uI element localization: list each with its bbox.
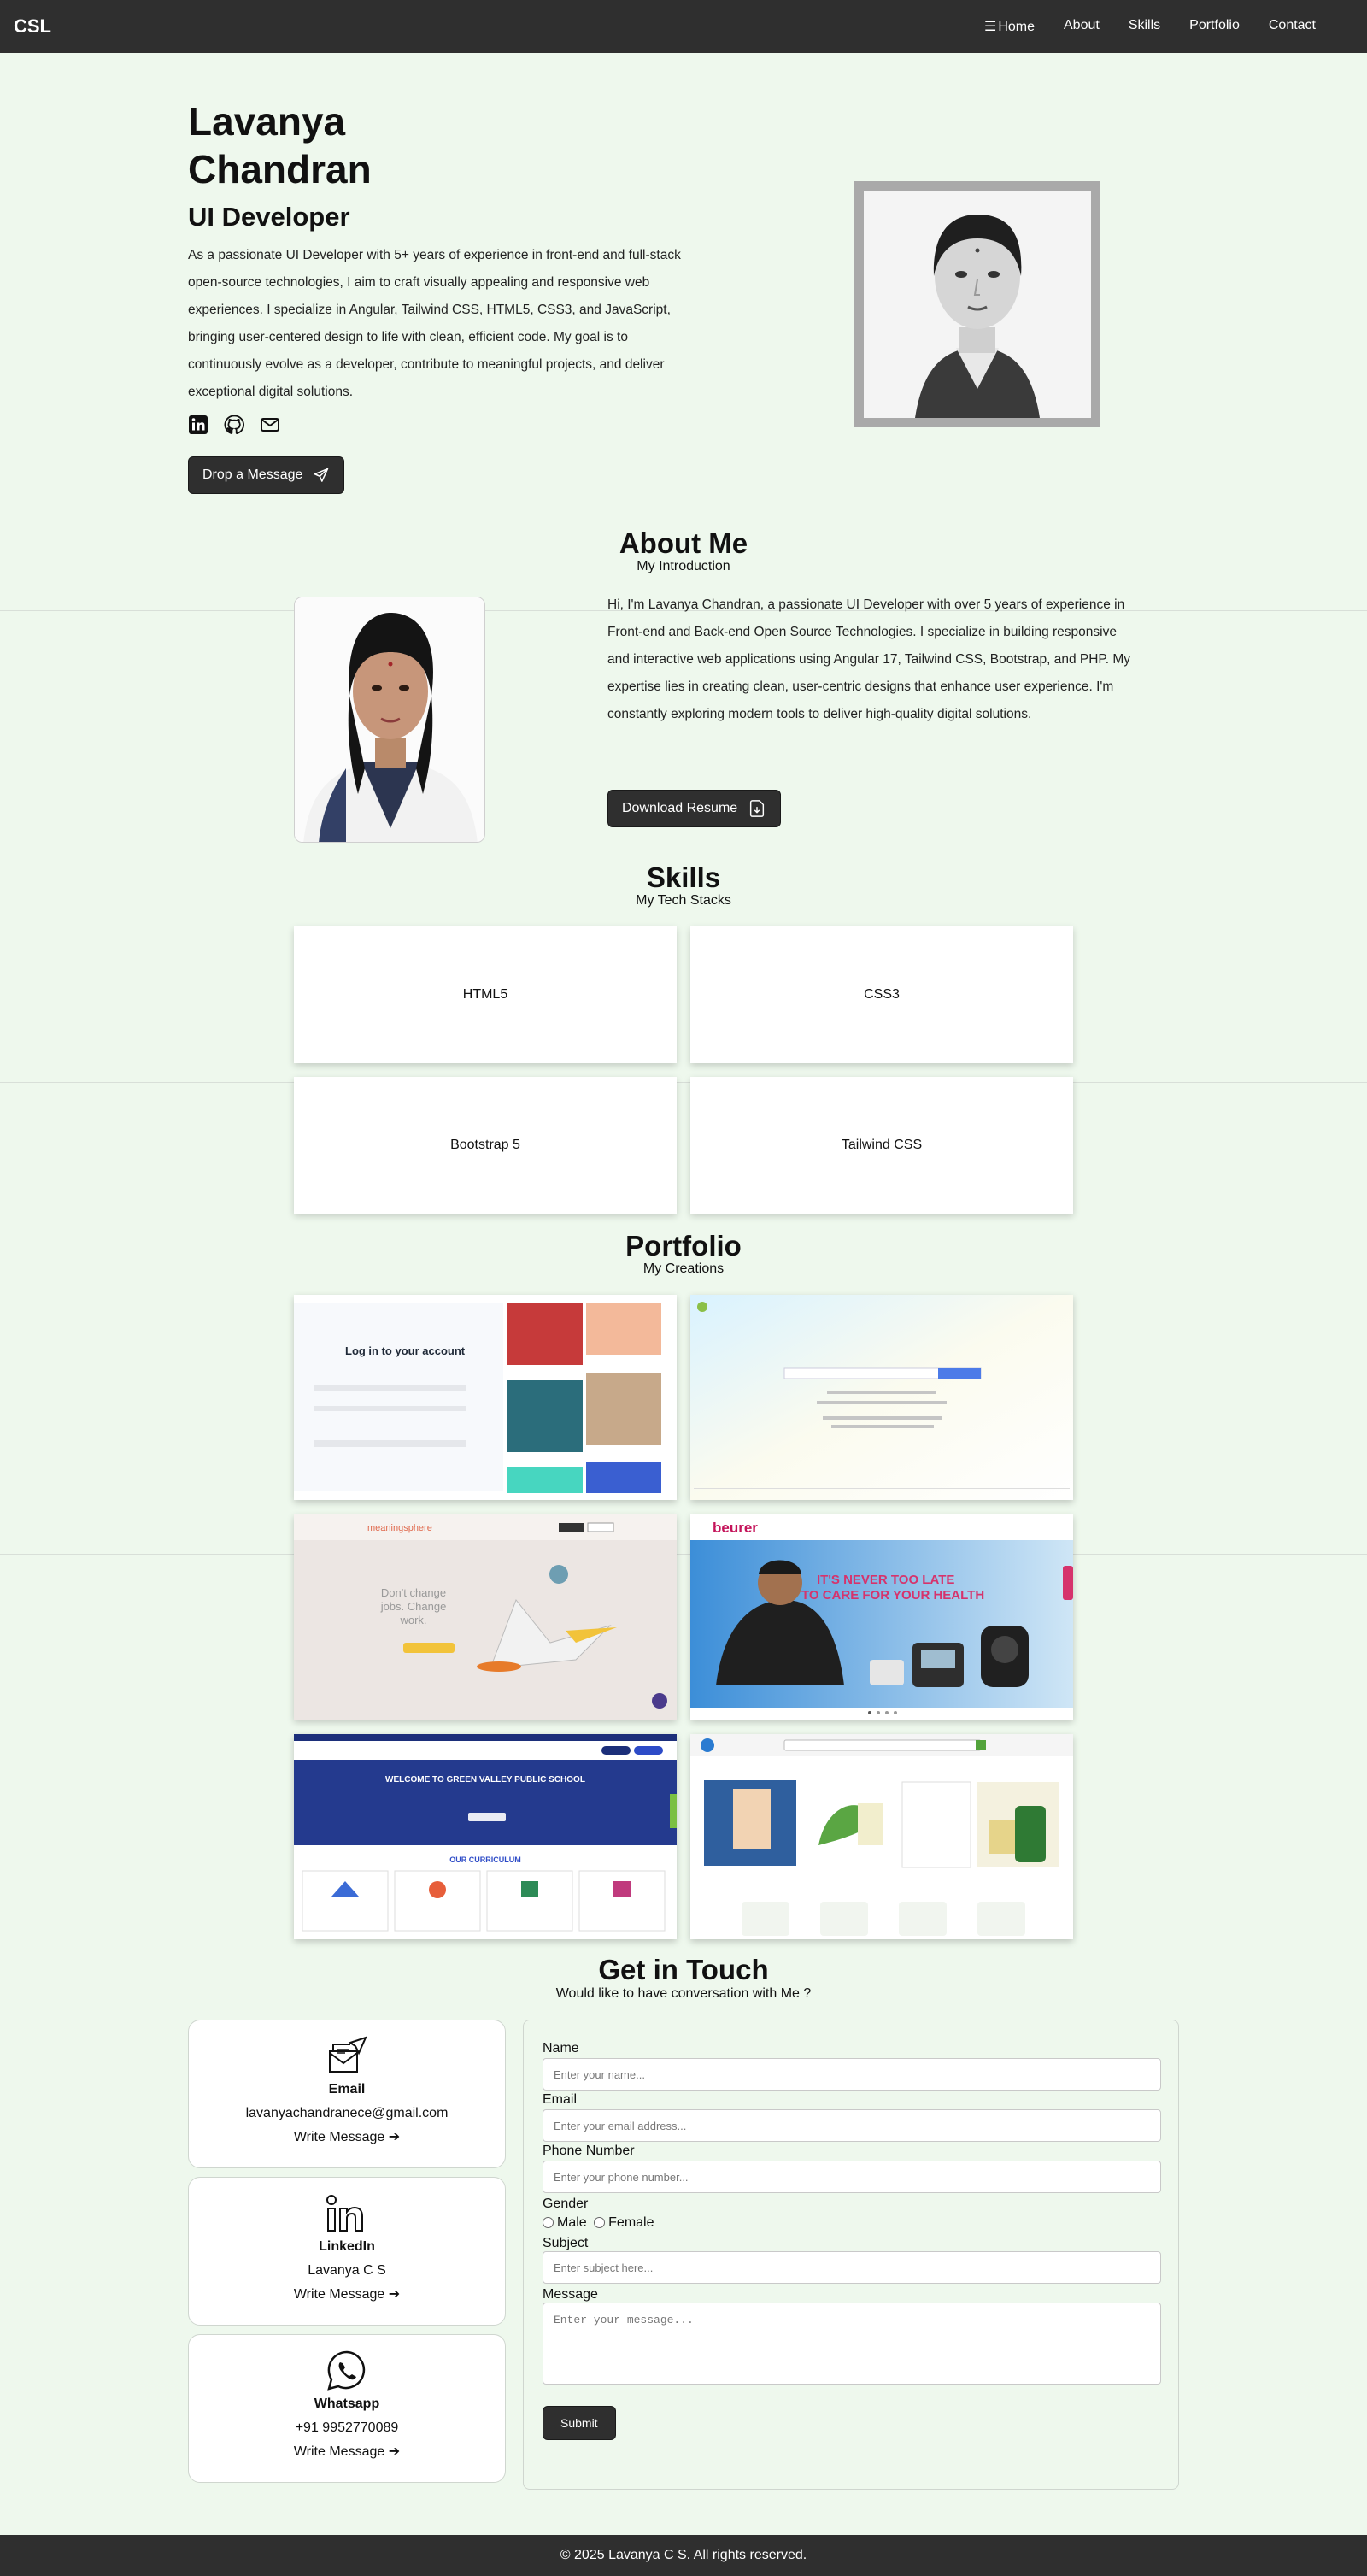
write-message-link[interactable]: Write Message ➔ bbox=[189, 2285, 505, 2303]
portfolio-ms-brand: meaningsphere bbox=[367, 1523, 432, 1533]
contact-value: Lavanya C S bbox=[308, 2263, 386, 2278]
hero-portrait bbox=[854, 181, 1100, 427]
name-field[interactable]: Enter your name... bbox=[543, 2058, 1161, 2091]
write-message-link[interactable]: Write Message ➔ bbox=[189, 2443, 505, 2460]
skill-card-css3: CSS3 bbox=[690, 926, 1073, 1063]
footer: © 2025 Lavanya C S. All rights reserved. bbox=[0, 2535, 1367, 2576]
contact-value: +91 9952770089 bbox=[295, 2420, 399, 2435]
github-icon[interactable] bbox=[224, 415, 244, 439]
portfolio-school-curriculum: OUR CURRICULUM bbox=[449, 1856, 521, 1864]
portfolio-item-login-app[interactable]: Log in to your account bbox=[294, 1295, 677, 1500]
contact-subtitle: Would like to have conversation with Me … bbox=[555, 1986, 812, 2001]
divider-line bbox=[0, 1554, 1367, 1555]
divider-line bbox=[0, 1082, 1367, 1083]
message-field[interactable]: Enter your message... bbox=[543, 2303, 1161, 2385]
about-subtitle: My Introduction bbox=[637, 559, 730, 573]
portfolio-item-school[interactable]: WELCOME TO GREEN VALLEY PUBLIC SCHOOL OU… bbox=[294, 1734, 677, 1939]
skill-card-bootstrap: Bootstrap 5 bbox=[294, 1077, 677, 1214]
send-icon bbox=[314, 468, 329, 482]
nav-item-skills[interactable]: Skills bbox=[1129, 18, 1160, 35]
hero-intro: As a passionate UI Developer with 5+ yea… bbox=[188, 248, 681, 399]
portfolio-title: Portfolio bbox=[625, 1230, 742, 1262]
message-label: Message bbox=[543, 2287, 598, 2302]
about-text: Hi, I'm Lavanya Chandran, a passionate U… bbox=[607, 597, 1131, 721]
nav-item-contact[interactable]: Contact bbox=[1269, 18, 1316, 35]
portfolio-item-beurer[interactable]: beurer IT'S NEVER TOO LATE TO CARE FOR Y… bbox=[690, 1514, 1073, 1720]
about-portrait bbox=[294, 597, 485, 843]
gender-options: Male Female bbox=[543, 2215, 654, 2231]
email-field[interactable]: Enter your email address... bbox=[543, 2109, 1161, 2142]
arrow-right-icon: ➔ bbox=[388, 2130, 401, 2144]
social-links bbox=[188, 415, 280, 439]
submit-button[interactable]: Submit bbox=[543, 2406, 616, 2440]
skills-subtitle: My Tech Stacks bbox=[636, 893, 731, 908]
contact-title: Get in Touch bbox=[598, 1954, 769, 1985]
arrow-right-icon: ➔ bbox=[388, 2287, 401, 2302]
download-resume-button[interactable]: Download Resume bbox=[607, 790, 782, 827]
portfolio-item-pharmacy[interactable] bbox=[690, 1734, 1073, 1939]
top-navbar: CSL ☰ Home About Skills Portfolio Contact bbox=[0, 0, 1367, 53]
portfolio-item-search-app[interactable] bbox=[690, 1295, 1073, 1500]
gender-label: Gender bbox=[543, 2197, 589, 2211]
mail-icon[interactable] bbox=[260, 415, 280, 439]
hero-role: UI Developer bbox=[188, 202, 350, 232]
drop-message-button[interactable]: Drop a Message bbox=[188, 456, 345, 494]
portfolio-beurer-headline-1: IT'S NEVER TOO LATE bbox=[817, 1573, 955, 1587]
contact-card-linkedin: LinkedIn Lavanya C S Write Message ➔ bbox=[188, 2177, 506, 2326]
hero-name: Lavanya Chandran bbox=[188, 99, 372, 191]
phone-field[interactable]: Enter your phone number... bbox=[543, 2161, 1161, 2193]
subject-label: Subject bbox=[543, 2236, 589, 2250]
portfolio-ms-tagline: Don't change jobs. Change work. bbox=[380, 1586, 447, 1626]
footer-copyright: © 2025 Lavanya C S. All rights reserved. bbox=[560, 2548, 807, 2562]
phone-label: Phone Number bbox=[543, 2144, 635, 2158]
email-label: Email bbox=[543, 2092, 578, 2107]
about-title: About Me bbox=[619, 527, 748, 559]
gender-female-radio[interactable]: Female bbox=[594, 2215, 654, 2230]
portfolio-subtitle: My Creations bbox=[642, 1262, 725, 1276]
contact-card-whatsapp: Whatsapp +91 9952770089 Write Message ➔ bbox=[188, 2334, 506, 2483]
brand-logo[interactable]: CSL bbox=[14, 15, 51, 38]
portfolio-school-headline: WELCOME TO GREEN VALLEY PUBLIC SCHOOL bbox=[385, 1775, 585, 1785]
contact-label: Email bbox=[328, 2082, 366, 2097]
portfolio-item-meaningsphere[interactable]: meaningsphere Don't change jobs. Change … bbox=[294, 1514, 677, 1720]
nav-item-about[interactable]: About bbox=[1064, 18, 1100, 35]
whatsapp-icon bbox=[325, 2349, 369, 2393]
linkedin-icon[interactable] bbox=[188, 415, 208, 439]
menu-icon: ☰ bbox=[983, 20, 997, 34]
nav-menu: ☰ Home About Skills Portfolio Contact bbox=[984, 18, 1341, 35]
contact-label: LinkedIn bbox=[319, 2239, 375, 2254]
write-message-link[interactable]: Write Message ➔ bbox=[189, 2128, 505, 2145]
contact-card-email: Email lavanyachandranece@gmail.com Write… bbox=[188, 2020, 506, 2168]
name-label: Name bbox=[543, 2041, 579, 2056]
contact-form: Name Enter your name... Email Enter your… bbox=[523, 2020, 1179, 2490]
skill-card-tailwind: Tailwind CSS bbox=[690, 1077, 1073, 1214]
arrow-right-icon: ➔ bbox=[388, 2444, 401, 2459]
skills-title: Skills bbox=[646, 862, 721, 893]
nav-item-portfolio[interactable]: Portfolio bbox=[1189, 18, 1240, 35]
subject-field[interactable]: Enter subject here... bbox=[543, 2251, 1161, 2284]
linkedin-icon bbox=[325, 2191, 369, 2236]
email-send-icon bbox=[325, 2034, 369, 2079]
nav-item-home[interactable]: ☰ Home bbox=[984, 18, 1035, 35]
portfolio-login-heading: Log in to your account bbox=[345, 1344, 466, 1357]
skill-card-html5: HTML5 bbox=[294, 926, 677, 1063]
contact-value: lavanyachandranece@gmail.com bbox=[245, 2106, 449, 2120]
contact-label: Whatsapp bbox=[314, 2397, 380, 2411]
gender-male-radio[interactable]: Male bbox=[543, 2215, 587, 2230]
portfolio-beurer-headline-2: TO CARE FOR YOUR HEALTH bbox=[801, 1588, 985, 1603]
file-download-icon bbox=[750, 800, 765, 817]
portfolio-beurer-brand: beurer bbox=[713, 1520, 758, 1536]
